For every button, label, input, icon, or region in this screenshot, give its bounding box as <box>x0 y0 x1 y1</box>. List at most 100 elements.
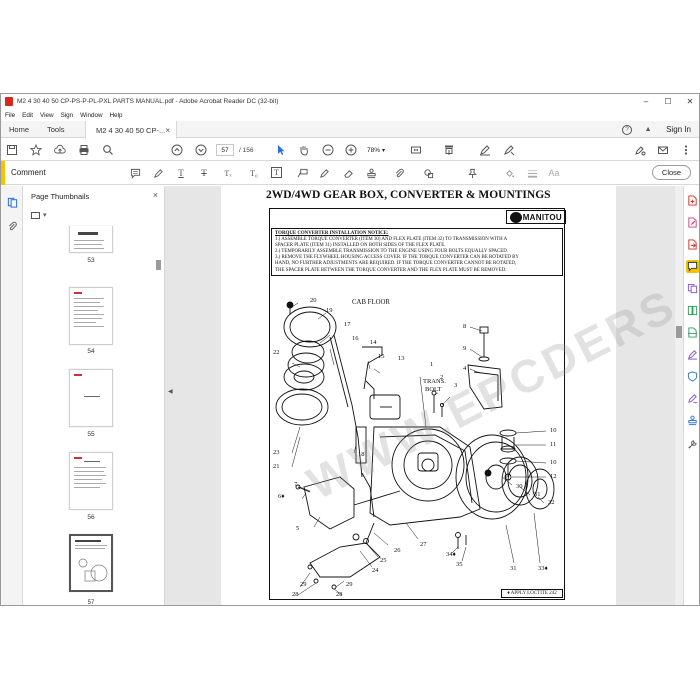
stamp-tool-icon[interactable] <box>686 414 699 427</box>
callout-34: 34♦ <box>446 551 456 558</box>
document-viewport[interactable]: 2WD/4WD GEAR BOX, CONVERTER & MOUNTINGS … <box>175 186 675 605</box>
pin-tool-icon[interactable] <box>465 166 479 180</box>
callout-15: 15 <box>378 353 385 360</box>
thumbnail-page-56[interactable] <box>69 452 113 510</box>
loctite-legend: ♦ APPLY LOCTITE 242 <box>501 589 563 598</box>
strikethrough-text-icon[interactable]: T <box>197 166 211 180</box>
organize-pages-icon[interactable] <box>686 304 699 317</box>
page-number-input[interactable]: 57 <box>216 144 234 156</box>
menu-edit[interactable]: Edit <box>22 112 33 119</box>
upload-cloud-icon[interactable] <box>53 143 67 157</box>
scroll-mode-icon[interactable] <box>442 143 456 157</box>
close-window-button[interactable]: ✕ <box>679 94 699 109</box>
zoom-out-icon[interactable] <box>321 143 335 157</box>
highlight-text-icon[interactable] <box>151 166 165 180</box>
underline-text-icon[interactable]: T <box>174 166 188 180</box>
notification-bell-icon[interactable]: ▲ <box>642 124 654 136</box>
callout-13: 13 <box>398 355 405 362</box>
bookmark-star-icon[interactable] <box>29 143 43 157</box>
tab-tools[interactable]: Tools <box>47 121 65 138</box>
thumb-line <box>75 545 107 546</box>
help-icon[interactable]: ? <box>622 124 633 135</box>
text-box-icon[interactable]: T <box>271 167 282 178</box>
label-bolt: BOLT <box>425 386 442 393</box>
create-pdf-icon[interactable] <box>686 194 699 207</box>
attach-file-icon[interactable] <box>392 166 406 180</box>
close-comment-button[interactable]: Close <box>652 165 691 180</box>
font-size-icon[interactable]: Aa <box>547 166 561 180</box>
thumb-line <box>84 396 100 397</box>
menu-sign[interactable]: Sign <box>61 112 74 119</box>
edit-pdf-icon[interactable] <box>686 216 699 229</box>
minimize-button[interactable]: – <box>635 94 657 109</box>
attachments-icon[interactable] <box>6 220 18 232</box>
stamp-icon[interactable] <box>364 166 378 180</box>
export-pdf-icon[interactable] <box>686 238 699 251</box>
maximize-button[interactable]: ☐ <box>657 94 679 109</box>
sign-in-button[interactable]: Sign In <box>666 125 691 134</box>
thumbnail-page-55[interactable] <box>69 369 113 427</box>
save-icon[interactable] <box>5 143 19 157</box>
replace-text-icon[interactable]: Tₓ <box>221 166 235 180</box>
draw-pencil-icon[interactable] <box>317 166 331 180</box>
fill-sign-icon[interactable] <box>478 143 492 157</box>
protect-shield-icon[interactable] <box>686 370 699 383</box>
zoom-select[interactable]: 78% ▾ <box>367 144 393 156</box>
tab-document[interactable]: M2 4 30 40 50 CP-... × <box>85 121 177 139</box>
sticky-note-icon[interactable] <box>128 166 142 180</box>
menu-window[interactable]: Window <box>80 112 102 119</box>
eraser-icon[interactable] <box>341 166 355 180</box>
panel-splitter[interactable]: ◀ <box>165 186 175 605</box>
thumbnail-label-55: 55 <box>87 431 95 438</box>
thumbnails-scrollbar[interactable] <box>155 226 163 596</box>
thumbnail-page-54[interactable] <box>69 287 113 345</box>
highlight-pen-icon[interactable] <box>502 143 516 157</box>
text-callout-icon[interactable] <box>295 166 309 180</box>
line-weight-icon[interactable] <box>525 166 539 180</box>
menu-view[interactable]: View <box>40 112 54 119</box>
tab-home[interactable]: Home <box>9 121 29 138</box>
shapes-icon[interactable] <box>421 166 435 180</box>
thumbnail-page-57[interactable] <box>69 534 113 592</box>
more-tools-icon[interactable] <box>686 438 699 451</box>
thumbnail-options-button[interactable]: ▾ <box>31 211 47 219</box>
share-sign-icon[interactable] <box>633 143 647 157</box>
menu-help[interactable]: Help <box>110 112 123 119</box>
enhance-scan-icon[interactable] <box>686 326 699 339</box>
document-scroll-thumb[interactable] <box>676 326 682 338</box>
callout-1: 1 <box>430 361 434 368</box>
insert-text-icon[interactable]: T₀ <box>247 166 261 180</box>
manitou-logo: MANITOU <box>506 210 566 224</box>
email-icon[interactable] <box>656 143 670 157</box>
next-page-icon[interactable] <box>194 143 208 157</box>
fill-color-icon[interactable] <box>502 166 516 180</box>
combine-files-icon[interactable] <box>686 282 699 295</box>
document-scrollbar[interactable] <box>675 186 683 605</box>
fill-and-sign-icon[interactable] <box>686 348 699 361</box>
request-signature-icon[interactable] <box>686 392 699 405</box>
collapse-panel-icon[interactable]: ◀ <box>168 388 173 395</box>
page-thumbnails-icon[interactable] <box>6 196 18 208</box>
callout-16: 16 <box>352 335 359 342</box>
acrobat-window: M2 4 30 40 50 CP-PS-P-PL-PXL PARTS MANUA… <box>0 93 700 606</box>
thumbnails-close-icon[interactable]: × <box>153 190 158 200</box>
callout-14: 14 <box>370 339 377 346</box>
thumb-line <box>74 475 106 476</box>
menu-file[interactable]: File <box>5 112 15 119</box>
print-icon[interactable] <box>77 143 91 157</box>
select-cursor-icon[interactable] <box>274 143 288 157</box>
hand-tool-icon[interactable] <box>297 143 311 157</box>
zoom-in-icon[interactable] <box>344 143 358 157</box>
comment-tool-label: Comment <box>11 168 46 177</box>
thumbnail-diagram <box>78 558 108 582</box>
search-icon[interactable] <box>101 143 115 157</box>
thumb-line <box>78 232 98 235</box>
more-options-icon[interactable] <box>679 143 693 157</box>
tab-close-icon[interactable]: × <box>165 126 170 135</box>
previous-page-icon[interactable] <box>170 143 184 157</box>
fit-page-icon[interactable] <box>409 143 423 157</box>
thumbnails-scroll-thumb[interactable] <box>156 260 161 270</box>
thumbnail-page-53[interactable] <box>69 226 113 253</box>
comment-tool-icon[interactable] <box>686 260 699 273</box>
callout-20: 20 <box>310 297 317 304</box>
